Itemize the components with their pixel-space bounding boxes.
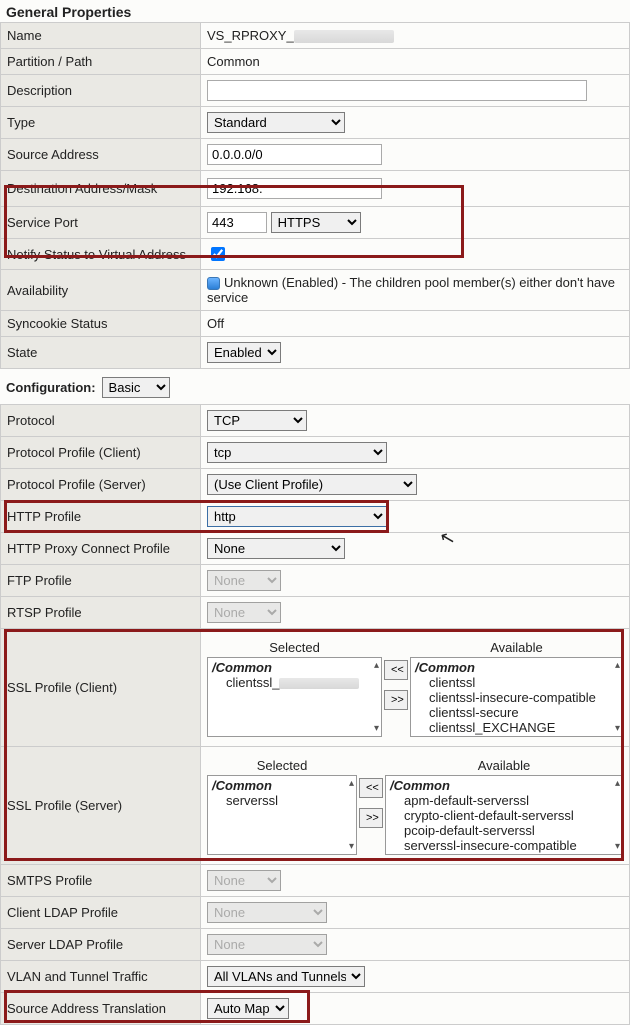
smtps-select: None bbox=[207, 870, 281, 891]
scroll-up-icon[interactable]: ▴ bbox=[615, 660, 620, 671]
partition-label: Partition / Path bbox=[1, 49, 201, 75]
server-ldap-label: Server LDAP Profile bbox=[1, 929, 201, 961]
protocol-profile-client-select[interactable]: tcp bbox=[207, 442, 387, 463]
scroll-down-icon[interactable]: ▾ bbox=[374, 723, 379, 734]
rtsp-profile-select: None bbox=[207, 602, 281, 623]
protocol-select[interactable]: TCP bbox=[207, 410, 307, 431]
configuration-level-select[interactable]: Basic bbox=[102, 377, 170, 398]
state-label: State bbox=[1, 337, 201, 369]
list-item[interactable]: crypto-client-default-serverssl bbox=[390, 808, 618, 823]
list-item[interactable]: clientssl bbox=[415, 675, 618, 690]
ssl-server-selected-list[interactable]: ▴ /Common serverssl ▾ bbox=[207, 775, 357, 855]
notify-checkbox[interactable] bbox=[211, 247, 225, 261]
ssl-server-selected-title: Selected bbox=[207, 756, 357, 775]
ftp-profile-select: None bbox=[207, 570, 281, 591]
configuration-table: Protocol TCP Protocol Profile (Client) t… bbox=[0, 404, 630, 1025]
partition-value: Common bbox=[207, 54, 260, 69]
list-item[interactable]: pcoip-default-serverssl bbox=[390, 823, 618, 838]
protocol-profile-client-label: Protocol Profile (Client) bbox=[1, 437, 201, 469]
protocol-label: Protocol bbox=[1, 405, 201, 437]
scroll-down-icon[interactable]: ▾ bbox=[615, 841, 620, 852]
type-select[interactable]: Standard bbox=[207, 112, 345, 133]
general-properties-header: General Properties bbox=[0, 0, 630, 22]
availability-status-icon bbox=[207, 277, 220, 290]
list-item[interactable]: clientssl-insecure-compatible bbox=[415, 690, 618, 705]
source-address-label: Source Address bbox=[1, 139, 201, 171]
list-item[interactable]: clientssl-secure bbox=[415, 705, 618, 720]
scroll-up-icon[interactable]: ▴ bbox=[349, 778, 354, 789]
service-port-label: Service Port bbox=[1, 207, 201, 239]
scroll-down-icon[interactable]: ▾ bbox=[349, 841, 354, 852]
ssl-server-available-title: Available bbox=[385, 756, 623, 775]
ssl-client-move-right-button[interactable]: >> bbox=[384, 690, 408, 710]
ssl-server-move-left-button[interactable]: << bbox=[359, 778, 383, 798]
list-item[interactable]: apm-default-serverssl bbox=[390, 793, 618, 808]
ssl-client-move-left-button[interactable]: << bbox=[384, 660, 408, 680]
vlan-label: VLAN and Tunnel Traffic bbox=[1, 961, 201, 993]
ssl-server-available-list[interactable]: ▴ /Common apm-default-serverssl crypto-c… bbox=[385, 775, 623, 855]
client-ldap-label: Client LDAP Profile bbox=[1, 897, 201, 929]
list-item[interactable]: serverssl bbox=[212, 793, 352, 808]
scroll-up-icon[interactable]: ▴ bbox=[615, 778, 620, 789]
list-item[interactable]: serverssl-insecure-compatible bbox=[390, 838, 618, 853]
proxy-connect-select[interactable]: None bbox=[207, 538, 345, 559]
vlan-select[interactable]: All VLANs and Tunnels bbox=[207, 966, 365, 987]
scroll-up-icon[interactable]: ▴ bbox=[374, 660, 379, 671]
scroll-down-icon[interactable]: ▾ bbox=[615, 723, 620, 734]
snat-label: Source Address Translation bbox=[1, 993, 201, 1025]
protocol-profile-server-select[interactable]: (Use Client Profile) bbox=[207, 474, 417, 495]
ssl-server-label: SSL Profile (Server) bbox=[1, 747, 201, 865]
notify-label: Notify Status to Virtual Address bbox=[1, 239, 201, 270]
list-item[interactable]: clientssl_EXCHANGE bbox=[415, 720, 618, 735]
smtps-label: SMTPS Profile bbox=[1, 865, 201, 897]
protocol-profile-server-label: Protocol Profile (Server) bbox=[1, 469, 201, 501]
description-label: Description bbox=[1, 75, 201, 107]
service-port-input[interactable] bbox=[207, 212, 267, 233]
general-properties-table: Name VS_RPROXY_ Partition / Path Common … bbox=[0, 22, 630, 369]
description-input[interactable] bbox=[207, 80, 587, 101]
availability-value: Unknown (Enabled) - The children pool me… bbox=[207, 275, 615, 305]
server-ldap-select: None bbox=[207, 934, 327, 955]
client-ldap-select: None bbox=[207, 902, 327, 923]
rtsp-profile-label: RTSP Profile bbox=[1, 597, 201, 629]
availability-label: Availability bbox=[1, 270, 201, 311]
proxy-connect-label: HTTP Proxy Connect Profile bbox=[1, 533, 201, 565]
name-label: Name bbox=[1, 23, 201, 49]
ssl-client-available-list[interactable]: ▴ /Common clientssl clientssl-insecure-c… bbox=[410, 657, 623, 737]
syncookie-value: Off bbox=[207, 316, 224, 331]
ssl-server-move-right-button[interactable]: >> bbox=[359, 808, 383, 828]
name-value: VS_RPROXY_ bbox=[201, 23, 630, 49]
ssl-client-selected-title: Selected bbox=[207, 638, 382, 657]
ssl-client-available-title: Available bbox=[410, 638, 623, 657]
state-select[interactable]: Enabled bbox=[207, 342, 281, 363]
snat-select[interactable]: Auto Map bbox=[207, 998, 289, 1019]
configuration-header: Configuration: Basic bbox=[0, 369, 630, 404]
http-profile-label: HTTP Profile bbox=[1, 501, 201, 533]
ftp-profile-label: FTP Profile bbox=[1, 565, 201, 597]
destination-input[interactable] bbox=[207, 178, 382, 199]
source-address-input[interactable] bbox=[207, 144, 382, 165]
ssl-client-selected-list[interactable]: ▴ /Common clientssl_ ▾ bbox=[207, 657, 382, 737]
http-profile-select[interactable]: http bbox=[207, 506, 387, 527]
destination-label: Destination Address/Mask bbox=[1, 171, 201, 207]
service-port-select[interactable]: HTTPS bbox=[271, 212, 361, 233]
syncookie-label: Syncookie Status bbox=[1, 311, 201, 337]
ssl-client-label: SSL Profile (Client) bbox=[1, 629, 201, 747]
type-label: Type bbox=[1, 107, 201, 139]
